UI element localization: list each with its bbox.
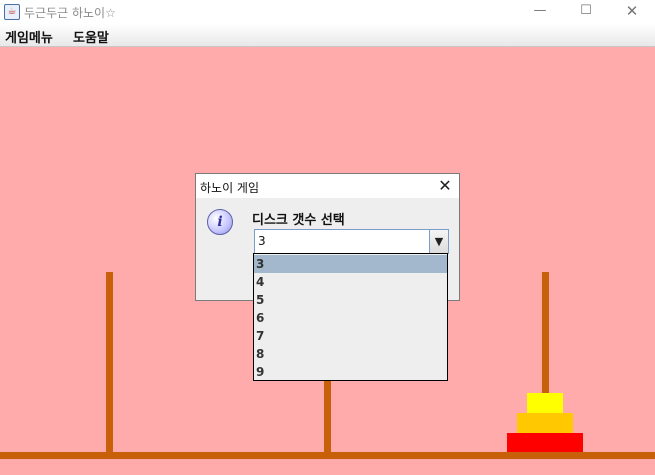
menu-game[interactable]: 게임메뉴 xyxy=(5,27,53,46)
java-cup-icon: ☕ xyxy=(4,4,20,20)
disk-small[interactable] xyxy=(527,393,563,413)
option-5[interactable]: 5 xyxy=(254,291,447,309)
peg-left xyxy=(106,272,113,452)
chevron-down-icon[interactable]: ▼ xyxy=(429,230,448,253)
option-8[interactable]: 8 xyxy=(254,345,447,363)
select-value: 3 xyxy=(258,234,266,248)
maximize-button[interactable]: ☐ xyxy=(563,0,609,24)
game-base xyxy=(0,452,655,459)
info-icon: i xyxy=(207,209,233,235)
option-4[interactable]: 4 xyxy=(254,273,447,291)
disk-large[interactable] xyxy=(507,433,583,453)
option-6[interactable]: 6 xyxy=(254,309,447,327)
option-7[interactable]: 7 xyxy=(254,327,447,345)
menu-bar: 게임메뉴 도움말 xyxy=(0,24,655,47)
option-9[interactable]: 9 xyxy=(254,363,447,381)
window-title-bar: ☕ 두근두근 하노이☆ — ☐ ✕ xyxy=(0,0,655,24)
window-title: 두근두근 하노이☆ xyxy=(24,6,116,20)
disk-count-select[interactable]: 3 ▼ xyxy=(254,229,449,254)
disk-count-dropdown: 3 4 5 6 7 8 9 xyxy=(253,253,448,381)
dialog-title: 하노이 게임 xyxy=(200,181,260,195)
dialog-prompt: 디스크 갯수 선택 xyxy=(252,213,345,228)
dialog-close-button[interactable]: ✕ xyxy=(434,175,456,197)
option-3[interactable]: 3 xyxy=(254,255,447,273)
menu-help[interactable]: 도움말 xyxy=(73,27,109,46)
minimize-button[interactable]: — xyxy=(517,0,563,24)
close-window-button[interactable]: ✕ xyxy=(609,0,655,24)
disk-medium[interactable] xyxy=(517,413,573,433)
dialog-title-bar: 하노이 게임 ✕ xyxy=(196,174,459,198)
